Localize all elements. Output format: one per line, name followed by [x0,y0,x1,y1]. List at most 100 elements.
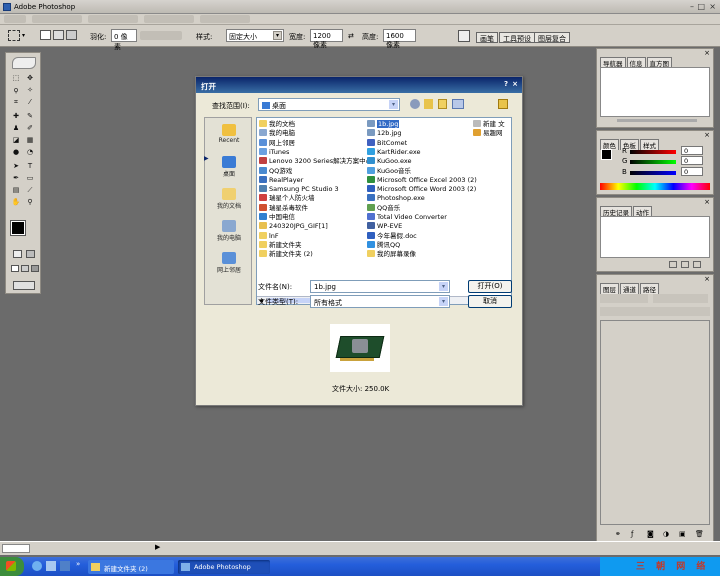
pen-tool-icon[interactable]: ✒ [11,174,21,183]
chevron-down-icon[interactable]: ▾ [22,32,25,39]
new-layer-icon[interactable]: ▣ [679,530,686,538]
place-recent[interactable]: Recent [205,124,253,144]
clone-stamp-icon[interactable]: ♟ [11,124,21,133]
preview-toggle-icon[interactable] [498,99,508,109]
height-input[interactable]: 1600 像素 [383,29,416,49]
view-menu-icon[interactable] [452,99,464,109]
menu-item[interactable] [144,15,194,23]
place-my-computer[interactable]: 我的电脑 [205,220,253,242]
healing-brush-icon[interactable]: ✚ [11,112,21,121]
color-ramp[interactable] [600,183,710,190]
marquee-tool-icon[interactable] [8,30,20,41]
brush-tool-icon[interactable]: ✎ [25,112,35,121]
close-icon[interactable]: × [704,275,710,283]
link-icon[interactable]: ⚭ [615,530,621,538]
b-slider[interactable] [630,171,676,175]
list-item[interactable]: 新建文件夹 (2) [259,250,367,259]
list-item[interactable]: Photoshop.exe [367,194,473,203]
eraser-tool-icon[interactable]: ◪ [11,136,21,145]
add-style-icon[interactable]: ƒ [631,530,633,538]
place-network[interactable]: 网上邻居 [205,252,253,274]
menu-item[interactable] [4,15,26,23]
path-select-icon[interactable]: ➤ [11,162,21,171]
list-item[interactable]: Samsung PC Studio 3 [259,185,367,194]
style-select[interactable]: 固定大小 ▾ [226,29,284,42]
b-value-input[interactable]: 0 [681,167,703,176]
desktop-icon[interactable] [46,561,56,571]
tab-channels[interactable]: 通道 [620,283,639,294]
r-value-input[interactable]: 0 [681,146,703,155]
tab-styles[interactable]: 样式 [640,139,659,150]
list-item[interactable]: 240320JPG_GIF[1] [259,222,367,231]
list-item[interactable]: 我的电脑 [259,129,367,138]
menu-item[interactable] [200,15,250,23]
opacity-field[interactable] [653,294,708,303]
screen-mode-icon[interactable] [11,265,19,272]
menu-item[interactable] [88,15,138,23]
snapshot-icon[interactable] [669,261,677,268]
list-item[interactable]: KartRider.exe [367,147,473,157]
zoom-slider[interactable] [617,119,697,122]
chevron-down-icon[interactable]: ▾ [439,297,448,306]
up-folder-icon[interactable] [424,99,433,109]
list-item[interactable]: 我的文档 [259,120,367,129]
trash-icon[interactable] [693,261,701,268]
close-icon[interactable]: × [704,198,710,206]
list-item[interactable]: RealPlayer [259,175,367,185]
feather-input[interactable]: 0 像素 [111,29,137,51]
close-button[interactable]: × [512,80,518,88]
subtract-selection-icon[interactable] [66,30,77,40]
back-icon[interactable] [410,99,420,109]
menu-item[interactable] [32,15,82,23]
list-item[interactable]: 新建 文 [473,120,511,129]
dodge-tool-icon[interactable]: ◔ [25,148,35,157]
foreground-color-swatch[interactable] [10,220,26,236]
place-desktop[interactable]: 桌面 [205,156,253,178]
menu-bar[interactable] [0,14,720,25]
shape-tool-icon[interactable]: ▭ [25,174,35,183]
list-item[interactable]: 瑞星个人防火墙 [259,194,367,203]
zoom-tool-icon[interactable]: ⚲ [25,198,35,207]
zoom-field[interactable] [2,544,30,553]
width-input[interactable]: 1200 像素 [310,29,343,49]
list-item[interactable]: Lenovo 3200 Series解决方案中心 [259,157,372,166]
chevron-down-icon[interactable]: ▾ [273,31,282,40]
file-browser-icon[interactable] [458,30,470,42]
move-tool-icon[interactable]: ✥ [25,74,35,83]
list-item[interactable]: Microsoft Office Excel 2003 (2) [367,175,477,185]
task-photoshop[interactable]: Adobe Photoshop [178,560,270,574]
lasso-tool-icon[interactable]: ϙ [11,86,21,95]
list-item[interactable]: QQ游戏 [259,166,367,176]
marquee-tool-icon[interactable]: ⬚ [11,74,21,83]
open-button[interactable]: 打开(O) [468,280,512,293]
list-item[interactable]: 瑞星杀毒软件 [259,203,367,213]
trash-icon[interactable]: 🗑 [695,530,704,538]
minimize-icon[interactable]: – [690,2,694,11]
screen-mode-icon[interactable] [21,265,29,272]
blur-tool-icon[interactable]: ● [11,148,21,157]
palette-tab-layer-comps[interactable]: 图层复合 [534,32,570,43]
task-new-folder[interactable]: 新建文件夹 (2) [88,560,174,574]
palette-tab-tool-presets[interactable]: 工具预设 [499,32,535,43]
type-tool-icon[interactable]: T [25,162,35,171]
chevron-right-icon[interactable]: » [76,560,80,568]
chevron-down-icon[interactable]: ▾ [439,282,448,291]
maximize-icon[interactable]: □ [697,2,705,11]
new-folder-icon[interactable] [438,99,447,109]
adjustment-icon[interactable]: ◑ [663,530,669,538]
close-icon[interactable]: × [704,131,710,139]
g-value-input[interactable]: 0 [681,156,703,165]
list-item[interactable]: QQ音乐 [367,203,473,213]
cancel-button[interactable]: 取消 [468,295,512,308]
close-icon[interactable]: × [709,2,716,11]
list-item[interactable]: 中国电信 [259,213,367,222]
start-button[interactable] [0,557,24,576]
look-in-select[interactable]: 桌面 ▾ [258,98,400,111]
list-item[interactable]: Microsoft Office Word 2003 (2) [367,185,476,194]
list-item[interactable]: 腾讯QQ [367,240,473,250]
list-item[interactable]: KuGoo音乐 [367,166,473,176]
tab-paths[interactable]: 路径 [640,283,659,294]
filename-input[interactable]: 1b.jpg ▾ [310,280,450,293]
list-item[interactable]: 网上邻居 [259,138,367,148]
place-my-documents[interactable]: 我的文档 [205,188,253,210]
